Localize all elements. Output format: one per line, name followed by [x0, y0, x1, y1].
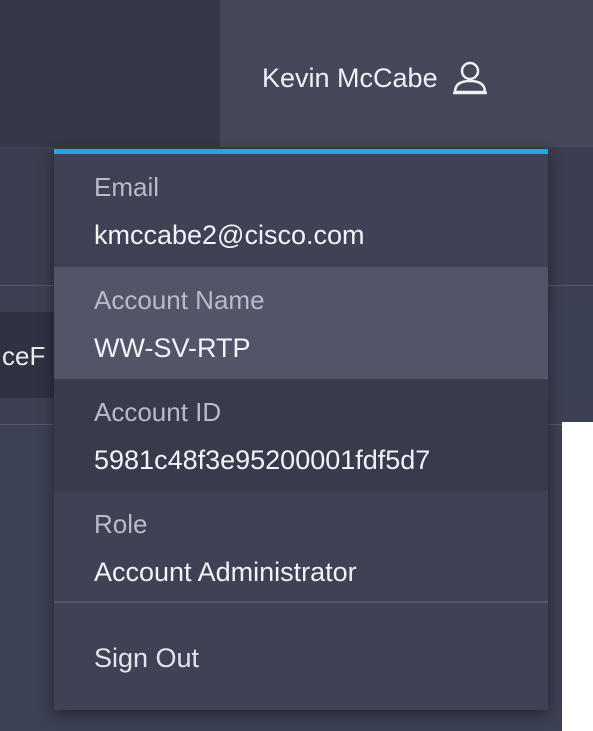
email-label: Email — [94, 172, 160, 202]
account-id-item: Account ID 5981c48f3e95200001fdf5d7 — [54, 379, 548, 491]
tab-label-fragment[interactable]: ceF — [2, 341, 45, 372]
user-dropdown-menu: Email kmccabe2@cisco.com Account Name WW… — [54, 149, 548, 710]
role-item: Role Account Administrator — [54, 491, 548, 601]
content-panel — [562, 422, 593, 731]
role-value: Account Administrator — [94, 557, 357, 587]
account-id-label: Account ID — [94, 397, 222, 427]
sign-out-button[interactable]: Sign Out — [54, 603, 548, 710]
account-name-item[interactable]: Account Name WW-SV-RTP — [54, 267, 548, 379]
role-label: Role — [94, 509, 148, 539]
email-item: Email kmccabe2@cisco.com — [54, 154, 548, 267]
account-name-value: WW-SV-RTP — [94, 333, 251, 363]
user-name: Kevin McCabe — [262, 62, 438, 93]
sign-out-label: Sign Out — [94, 643, 200, 673]
email-value: kmccabe2@cisco.com — [94, 220, 365, 250]
account-name-label: Account Name — [94, 285, 265, 315]
header-left-region — [0, 0, 220, 147]
user-menu-button[interactable]: Kevin McCabe — [262, 52, 490, 104]
user-icon — [452, 61, 487, 95]
account-id-value: 5981c48f3e95200001fdf5d7 — [94, 445, 431, 475]
